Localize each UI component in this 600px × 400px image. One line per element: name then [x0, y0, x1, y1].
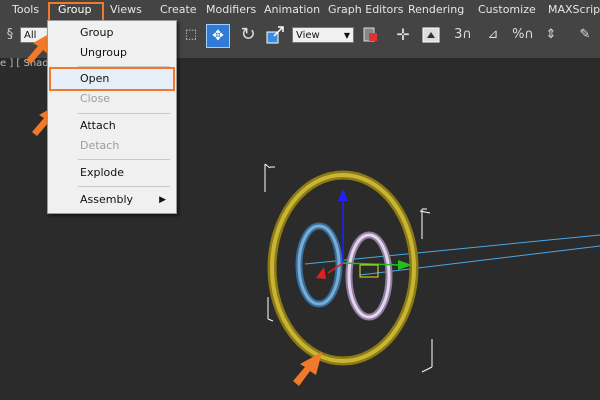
menu-item-assembly-label: Assembly [80, 193, 134, 206]
menu-item-ungroup-label: Ungroup [80, 46, 127, 59]
gizmo-x-arrow [316, 267, 326, 279]
menu-item-ungroup[interactable]: Ungroup [48, 43, 176, 63]
pointer-arrow-ring [293, 352, 322, 386]
menu-item-close[interactable]: Close [48, 89, 176, 109]
menu-item-explode[interactable]: Explode [48, 163, 176, 183]
reference-coord-value: View [296, 30, 320, 41]
select-manipulate-icon[interactable]: ✛ [392, 24, 414, 46]
menu-item-attach[interactable]: Attach [48, 116, 176, 136]
menu-animation[interactable]: Animation [264, 0, 320, 20]
edit-named-selection-icon[interactable]: ✎ [574, 24, 596, 46]
magnet-small-icon: ∩ [524, 27, 534, 42]
rotate-icon[interactable]: ↻ [237, 24, 259, 46]
menu-create[interactable]: Create [160, 0, 197, 20]
menu-tools[interactable]: Tools [12, 0, 39, 20]
menu-item-detach[interactable]: Detach [48, 136, 176, 156]
chevron-down-icon: ▼ [343, 31, 350, 40]
chain-icon: § [6, 27, 14, 42]
group-menu-dropdown: Group Ungroup Open Close Attach Detach E… [47, 20, 177, 214]
grid-axis-line-2 [359, 245, 600, 276]
menu-rendering[interactable]: Rendering [408, 0, 464, 20]
keyboard-shortcut-icon[interactable] [420, 24, 442, 46]
menu-separator [78, 186, 170, 187]
percent-snap-icon[interactable]: %∩ [512, 24, 534, 46]
menu-item-explode-label: Explode [80, 166, 124, 179]
menu-customize[interactable]: Customize [478, 0, 536, 20]
menu-item-group[interactable]: Group [48, 23, 176, 43]
toolbar-left-icon[interactable]: § [2, 26, 18, 44]
gizmo-z-arrow [338, 189, 348, 201]
submenu-arrow-icon: ▶ [159, 195, 166, 205]
pink-torus-highlight [347, 233, 391, 319]
highlight-open-item [49, 67, 175, 91]
menu-item-detach-label: Detach [80, 139, 120, 152]
menu-separator [78, 159, 170, 160]
gizmo-plane-handle [359, 264, 379, 278]
menu-item-close-label: Close [80, 92, 110, 105]
snaps-toggle-icon[interactable]: 3∩ [452, 24, 474, 46]
pivot-icon[interactable] [360, 24, 382, 46]
menu-modifiers[interactable]: Modifiers [206, 0, 256, 20]
menu-separator [78, 113, 170, 114]
scale-icon[interactable] [264, 24, 286, 46]
blue-torus-highlight [297, 224, 341, 306]
magnet-icon: ∩ [462, 27, 472, 42]
select-move-button[interactable]: ✥ [206, 24, 230, 48]
angle-snap-icon[interactable]: ⊿ [482, 24, 504, 46]
menu-graph-editors[interactable]: Graph Editors [328, 0, 404, 20]
menu-maxscript[interactable]: MAXScript [548, 0, 600, 20]
menu-item-group-label: Group [80, 26, 114, 39]
select-region-icon[interactable]: ⬚ [180, 24, 202, 46]
menu-views[interactable]: Views [110, 0, 142, 20]
spinner-snap-icon[interactable]: ⇕ [540, 24, 562, 46]
percent-label: % [512, 27, 525, 42]
move-icon: ✥ [212, 28, 224, 44]
menu-item-attach-label: Attach [80, 119, 116, 132]
menu-item-assembly[interactable]: Assembly ▶ [48, 190, 176, 210]
reference-coord-dropdown[interactable]: View ▼ [292, 27, 354, 43]
